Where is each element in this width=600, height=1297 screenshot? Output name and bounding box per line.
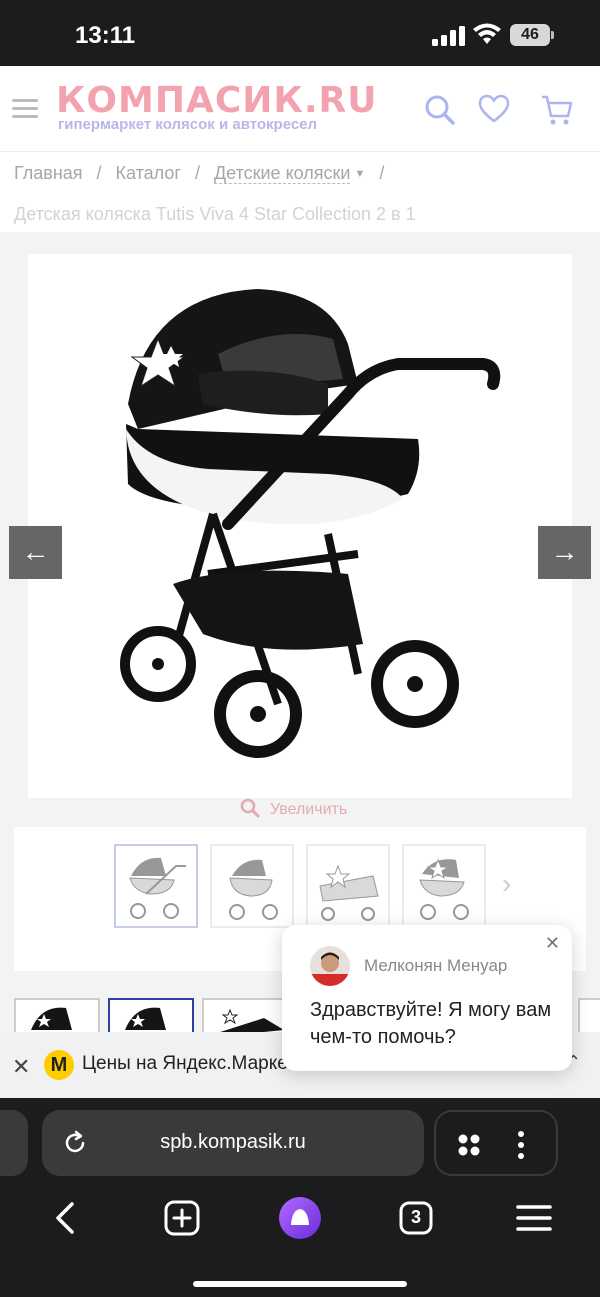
color-variant-thumbnail[interactable] <box>578 998 600 1034</box>
gallery-prev-button[interactable]: ← <box>9 526 62 579</box>
previous-tab-stub[interactable] <box>0 1110 28 1176</box>
breadcrumb-strollers[interactable]: Детские коляски <box>213 163 351 184</box>
caret-down-icon[interactable]: ▼ <box>354 168 365 180</box>
services-grid-icon[interactable] <box>456 1132 482 1158</box>
tabs-count: 3 <box>410 1207 421 1227</box>
address-bar[interactable]: spb.kompasik.ru <box>42 1110 424 1176</box>
zoom-link[interactable]: Увеличить <box>240 798 347 819</box>
thumbnail[interactable] <box>210 844 294 928</box>
thumbnail[interactable] <box>402 844 486 928</box>
url-text[interactable]: spb.kompasik.ru <box>42 1131 424 1154</box>
chat-message: Здравствуйте! Я могу вам чем-то помочь? <box>310 999 552 1048</box>
chat-popup[interactable]: ✕ Мелконян Менуар Здравствуйте! Я могу в… <box>282 925 572 1071</box>
hamburger-menu-icon[interactable] <box>514 1198 554 1238</box>
site-logo[interactable]: КОМПАСИК.RU <box>56 80 377 121</box>
chat-agent-name: Мелконян Менуар <box>364 956 508 975</box>
wifi-icon <box>473 23 501 44</box>
magnifier-icon <box>240 798 260 818</box>
battery-indicator: 46 <box>510 24 554 46</box>
hamburger-menu-icon[interactable] <box>12 99 38 119</box>
color-variant-thumbnail[interactable] <box>14 998 100 1034</box>
browser-toolbar: spb.kompasik.ru 3 <box>0 1098 600 1297</box>
thumbnail[interactable] <box>306 844 390 928</box>
avatar <box>310 946 350 986</box>
more-options-icon[interactable] <box>516 1130 526 1160</box>
product-main-image[interactable] <box>28 254 572 798</box>
color-variant-thumbnail[interactable] <box>108 998 194 1034</box>
market-prices-label[interactable]: Цены на Яндекс.Марке <box>82 1053 288 1075</box>
color-variant-thumbnail[interactable] <box>202 998 288 1034</box>
browser-menu-group <box>434 1110 558 1176</box>
close-icon[interactable]: ✕ <box>12 1054 30 1080</box>
home-indicator[interactable] <box>193 1281 407 1287</box>
arrow-right-icon: → <box>550 536 579 567</box>
thumbnail[interactable] <box>114 844 198 928</box>
battery-level: 46 <box>510 24 550 46</box>
breadcrumb-catalog[interactable]: Каталог <box>116 163 181 183</box>
cart-icon[interactable] <box>540 94 574 126</box>
status-bar: 13:11 46 <box>0 0 600 66</box>
stroller-image <box>120 289 501 758</box>
new-tab-plus-icon[interactable] <box>162 1198 202 1238</box>
search-icon[interactable] <box>424 94 456 126</box>
gallery-next-button[interactable]: → <box>538 526 591 579</box>
tabs-counter-button[interactable]: 3 <box>396 1198 436 1238</box>
clock: 13:11 <box>75 22 136 49</box>
yandex-market-logo-icon: М <box>44 1050 74 1080</box>
close-icon[interactable]: ✕ <box>545 933 560 954</box>
alice-assistant-icon[interactable] <box>278 1196 322 1240</box>
chevron-right-icon[interactable]: › <box>502 868 511 900</box>
site-tagline: гипермаркет колясок и автокресел <box>58 116 318 133</box>
back-arrow-icon[interactable] <box>46 1198 86 1238</box>
cellular-signal-icon <box>432 26 465 46</box>
favorites-heart-icon[interactable] <box>478 94 510 124</box>
zoom-label: Увеличить <box>270 801 348 818</box>
arrow-left-icon: ← <box>21 536 50 567</box>
product-title: Детская коляска Tutis Viva 4 Star Collec… <box>14 204 416 224</box>
breadcrumb-home[interactable]: Главная <box>14 163 83 183</box>
breadcrumb: Главная / Каталог / Детские коляски ▼ / <box>14 163 385 184</box>
site-header: КОМПАСИК.RU гипермаркет колясок и автокр… <box>0 66 600 152</box>
